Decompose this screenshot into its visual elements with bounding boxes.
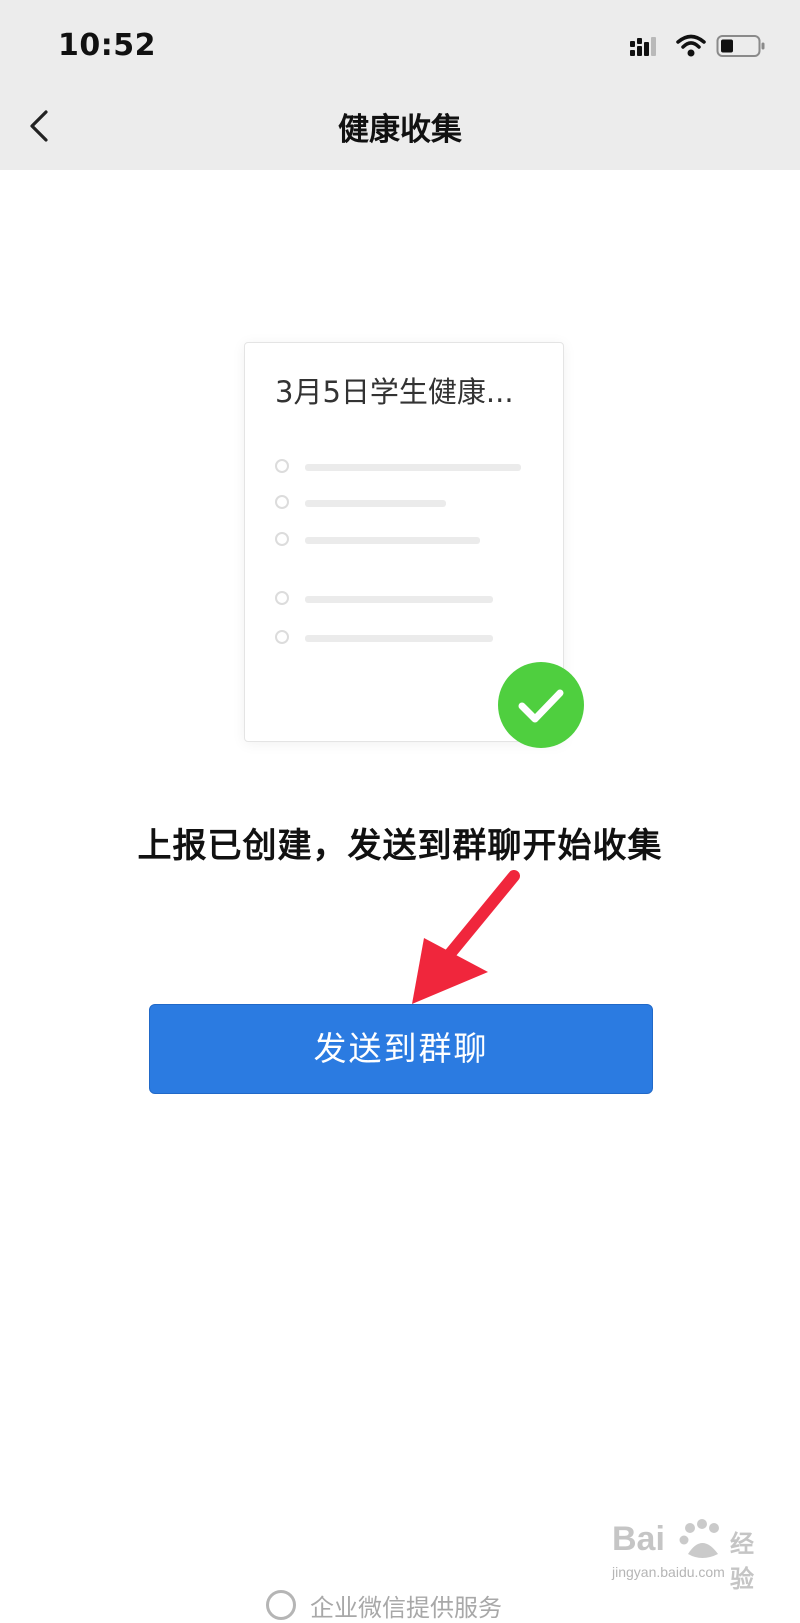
placeholder-line	[305, 635, 493, 642]
watermark-url: jingyan.baidu.com	[612, 1564, 725, 1580]
radio-icon	[275, 495, 289, 509]
footer-text: 企业微信提供服务	[310, 1594, 502, 1622]
placeholder-row	[275, 459, 525, 475]
status-time: 10:52	[58, 28, 156, 63]
top-bar: 10:52 健康收集	[0, 0, 800, 170]
status-message: 上报已创建，发送到群聊开始收集	[137, 826, 663, 866]
placeholder-row	[275, 591, 525, 607]
wifi-icon	[676, 34, 706, 57]
watermark-brand-cn: 经验	[730, 1530, 754, 1593]
card-title: 3月5日学生健康...	[275, 375, 514, 409]
radio-icon	[275, 459, 289, 473]
radio-icon	[275, 532, 289, 546]
wecom-logo-icon	[266, 1590, 296, 1620]
signal-icon	[630, 37, 656, 56]
success-check-icon	[498, 662, 584, 748]
watermark-brand: Bai	[612, 1520, 665, 1558]
placeholder-line	[305, 464, 521, 471]
placeholder-line	[305, 500, 446, 507]
battery-icon	[716, 35, 765, 57]
annotation-arrow-icon	[412, 870, 520, 1004]
placeholder-row	[275, 532, 525, 548]
radio-icon	[275, 591, 289, 605]
send-to-group-button[interactable]: 发送到群聊	[149, 1004, 653, 1094]
placeholder-line	[305, 537, 480, 544]
watermark: Bai 经验 jingyan.baidu.com	[612, 1512, 762, 1593]
placeholder-line	[305, 596, 493, 603]
page-title: 健康收集	[338, 112, 462, 148]
placeholder-row	[275, 495, 525, 511]
paw-icon	[679, 1519, 719, 1558]
radio-icon	[275, 630, 289, 644]
placeholder-row	[275, 630, 525, 646]
